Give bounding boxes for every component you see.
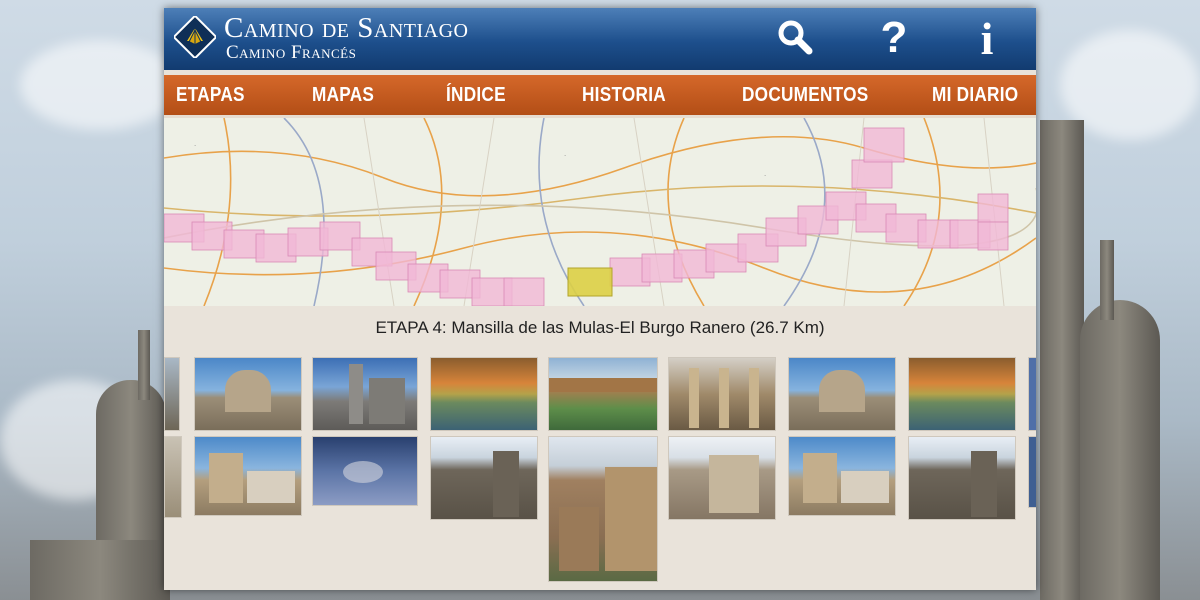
svg-text:·: · <box>564 152 566 160</box>
app-header: Camino de Santiago Camino Francés ? i <box>164 8 1036 70</box>
app-window: Camino de Santiago Camino Francés ? i ET… <box>164 8 1036 590</box>
current-stage-marker <box>567 267 613 297</box>
svg-text:·: · <box>764 172 766 180</box>
nav-item-historia[interactable]: HISTORIA <box>582 75 666 115</box>
photo-thumbnail[interactable] <box>548 436 658 582</box>
photo-thumbnail[interactable] <box>312 357 418 431</box>
photo-thumbnail[interactable] <box>430 357 538 431</box>
main-nav: ETAPAS MAPAS ÍNDICE HISTORIA DOCUMENTOS … <box>164 75 1036 118</box>
app-title: Camino de Santiago Camino Francés <box>224 12 469 63</box>
route-map[interactable]: · · · <box>164 118 1036 306</box>
photo-thumbnail[interactable] <box>194 357 302 431</box>
scallop-shell-logo-icon <box>174 16 216 58</box>
background-spire-left <box>138 330 150 400</box>
search-icon <box>778 20 813 55</box>
background-base-left <box>30 540 170 600</box>
photo-thumbnail[interactable] <box>430 436 538 520</box>
background-spire-right <box>1100 240 1114 320</box>
help-icon: ? <box>880 13 908 62</box>
info-icon: i <box>980 12 994 64</box>
help-button[interactable]: ? <box>869 13 919 62</box>
photo-thumbnail[interactable] <box>908 436 1016 520</box>
photo-thumbnail[interactable] <box>788 357 896 431</box>
photo-thumbnail[interactable] <box>1028 357 1036 431</box>
background-tower-right2 <box>1080 300 1160 600</box>
photo-thumbnail[interactable] <box>908 357 1016 431</box>
photo-thumbnail[interactable] <box>668 357 776 431</box>
photo-thumbnail[interactable] <box>312 436 418 506</box>
photo-thumbnail[interactable] <box>1028 436 1036 508</box>
nav-item-mapas[interactable]: MAPAS <box>312 75 374 115</box>
photo-thumbnail[interactable] <box>194 436 302 516</box>
nav-item-etapas[interactable]: ETAPAS <box>176 75 245 115</box>
nav-item-indice[interactable]: ÍNDICE <box>446 75 506 115</box>
search-button[interactable] <box>770 16 820 60</box>
stage-title: ETAPA 4: Mansilla de las Mulas-El Burgo … <box>375 318 825 337</box>
photo-thumbnail[interactable] <box>164 436 182 518</box>
app-title-main: Camino de Santiago <box>224 12 469 44</box>
info-button[interactable]: i <box>962 13 1012 64</box>
background-tower-right <box>1040 120 1084 600</box>
app-title-sub: Camino Francés <box>226 42 357 63</box>
svg-text:·: · <box>194 142 196 150</box>
photo-thumbnail[interactable] <box>548 357 658 431</box>
photo-thumbnail[interactable] <box>668 436 776 520</box>
nav-item-documentos[interactable]: DOCUMENTOS <box>742 75 869 115</box>
photo-thumbnail[interactable] <box>788 436 896 516</box>
nav-item-mi-diario[interactable]: MI DIARIO <box>932 75 1018 115</box>
photo-thumbnail[interactable] <box>164 357 180 431</box>
